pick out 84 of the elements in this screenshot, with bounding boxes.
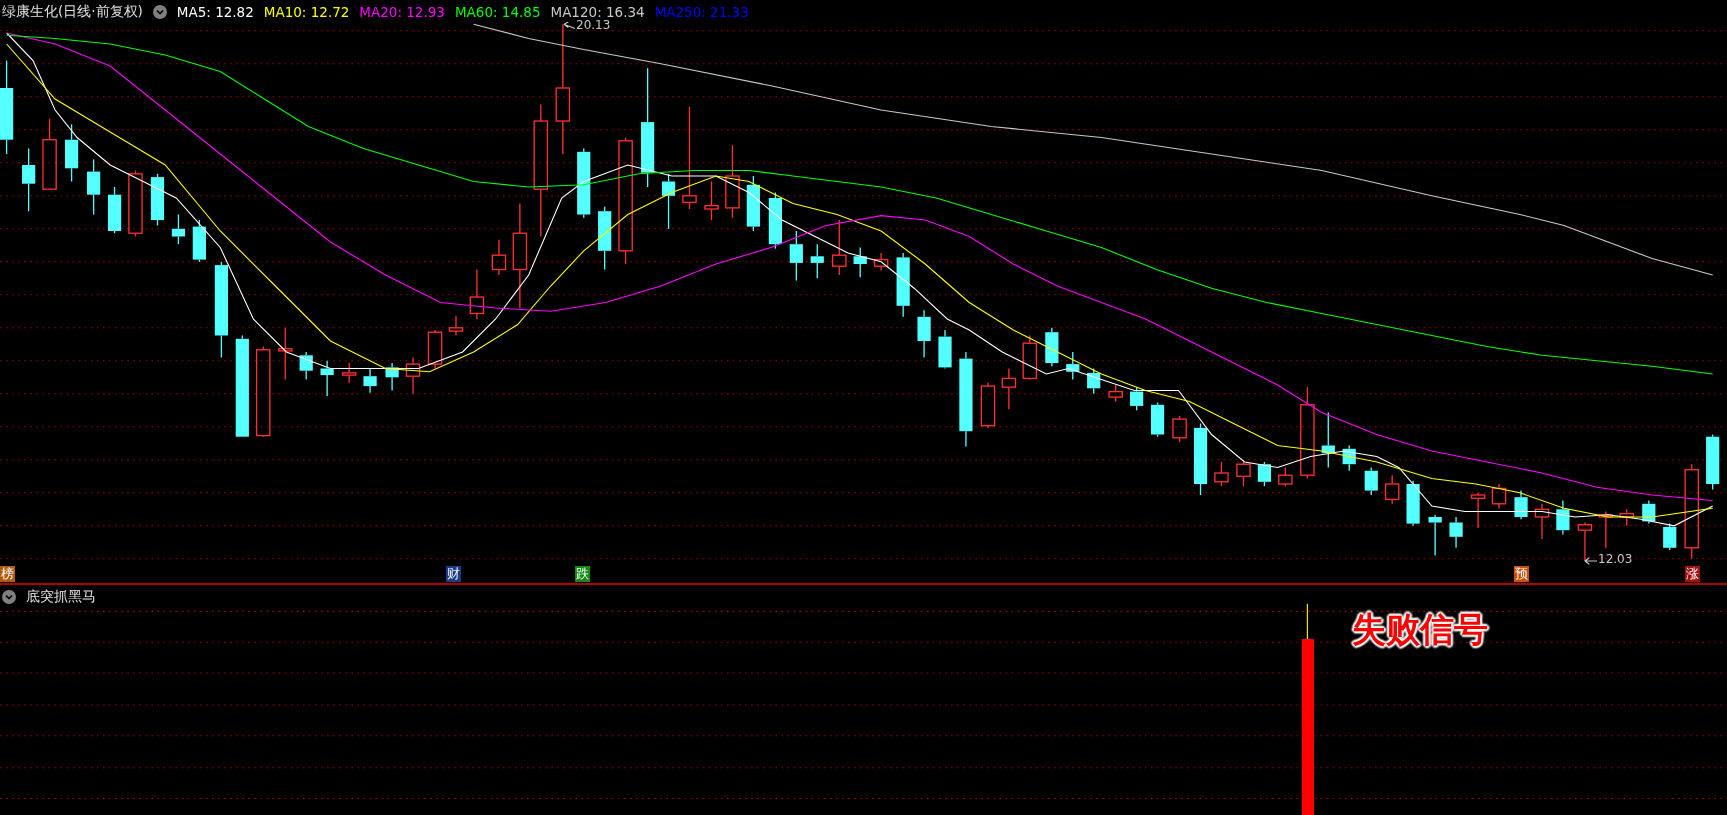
candlestick xyxy=(320,360,334,397)
candlestick xyxy=(1534,503,1550,540)
moving-average-value: MA250: 21.33 xyxy=(654,4,749,20)
candlestick xyxy=(1257,461,1271,487)
candlestick xyxy=(1598,510,1614,549)
candlestick xyxy=(427,329,443,370)
candlestick xyxy=(1642,499,1656,525)
price-label: 20.13 xyxy=(576,18,611,32)
candlestick xyxy=(1001,367,1017,410)
moving-average-value: MA60: 14.85 xyxy=(454,4,541,20)
moving-average-value: MA10: 12.72 xyxy=(263,4,350,20)
candlestick xyxy=(1236,461,1251,487)
chevron-down-icon[interactable] xyxy=(152,5,167,19)
event-marker[interactable]: 榜 xyxy=(0,566,15,582)
candlestick xyxy=(150,173,165,227)
candlestick xyxy=(917,309,931,359)
candlestick xyxy=(1108,384,1123,403)
indicator-name: 底突抓黑马 xyxy=(26,588,96,606)
candlestick xyxy=(385,362,399,392)
candlestick xyxy=(704,180,719,221)
candlestick xyxy=(469,268,485,320)
candlestick xyxy=(491,239,507,276)
event-marker[interactable]: 预 xyxy=(1514,566,1529,582)
candlestick xyxy=(789,230,803,282)
candlestick xyxy=(1150,401,1165,438)
candlestick xyxy=(1619,508,1635,527)
candlestick xyxy=(980,382,996,429)
candlestick xyxy=(1577,521,1593,562)
candlestick xyxy=(1130,386,1144,411)
candlestick xyxy=(22,147,36,212)
event-marker[interactable]: 涨 xyxy=(1685,566,1700,582)
candlestick xyxy=(1214,461,1229,487)
candlestick xyxy=(1364,466,1378,496)
candlestick xyxy=(1406,480,1420,527)
candlestick xyxy=(87,158,101,216)
candlestick xyxy=(1491,483,1507,509)
candlestick xyxy=(192,219,206,263)
candlestick xyxy=(810,243,824,279)
candlestick xyxy=(1556,499,1570,536)
candlestick xyxy=(107,186,122,234)
candlestick xyxy=(853,246,867,278)
candlestick xyxy=(598,206,612,271)
candlestick xyxy=(746,175,760,232)
candlestick xyxy=(363,367,377,394)
event-marker[interactable]: 财 xyxy=(446,566,461,582)
annotation-text: 失败信号 xyxy=(1352,608,1488,651)
candlestick xyxy=(768,191,782,250)
candlestick xyxy=(448,315,464,337)
candlestick xyxy=(1449,516,1463,549)
price-label: 12.03 xyxy=(1598,552,1633,566)
candlestick xyxy=(1045,327,1059,367)
candlestick xyxy=(1428,514,1442,557)
candlestick xyxy=(1278,466,1293,487)
moving-average-value: MA120: 16.34 xyxy=(550,4,645,20)
candlestick xyxy=(1706,433,1720,491)
candlestick xyxy=(1470,492,1486,529)
candlestick xyxy=(278,327,293,381)
candlestick xyxy=(171,213,186,245)
candlestick xyxy=(1022,334,1038,381)
candlestick xyxy=(1172,415,1187,443)
chart-title: 绿康生化(日线·前复权) xyxy=(2,3,143,21)
candlestick xyxy=(42,118,57,190)
moving-average-value: MA5: 12.82 xyxy=(176,4,254,20)
candlestick xyxy=(832,219,847,276)
candlestick xyxy=(577,147,591,219)
event-marker[interactable]: 跌 xyxy=(575,566,590,582)
candlestick xyxy=(65,123,79,183)
candlestick xyxy=(341,362,357,384)
moving-average-value: MA20: 12.93 xyxy=(359,4,445,20)
chevron-down-icon[interactable] xyxy=(2,590,16,604)
candlestick xyxy=(1321,411,1335,469)
candlestick xyxy=(1342,444,1356,472)
arrow-icon xyxy=(1584,557,1598,565)
candlestick xyxy=(873,252,889,272)
candlestick xyxy=(1384,474,1400,505)
arrow-icon xyxy=(563,21,576,30)
candlestick xyxy=(128,169,143,238)
candlestick xyxy=(661,173,676,230)
candlestick xyxy=(299,351,313,381)
candlestick xyxy=(896,252,910,318)
candlestick xyxy=(938,329,952,370)
candlestick xyxy=(1514,489,1528,520)
candlestick xyxy=(1066,351,1080,381)
candlestick xyxy=(405,356,421,395)
